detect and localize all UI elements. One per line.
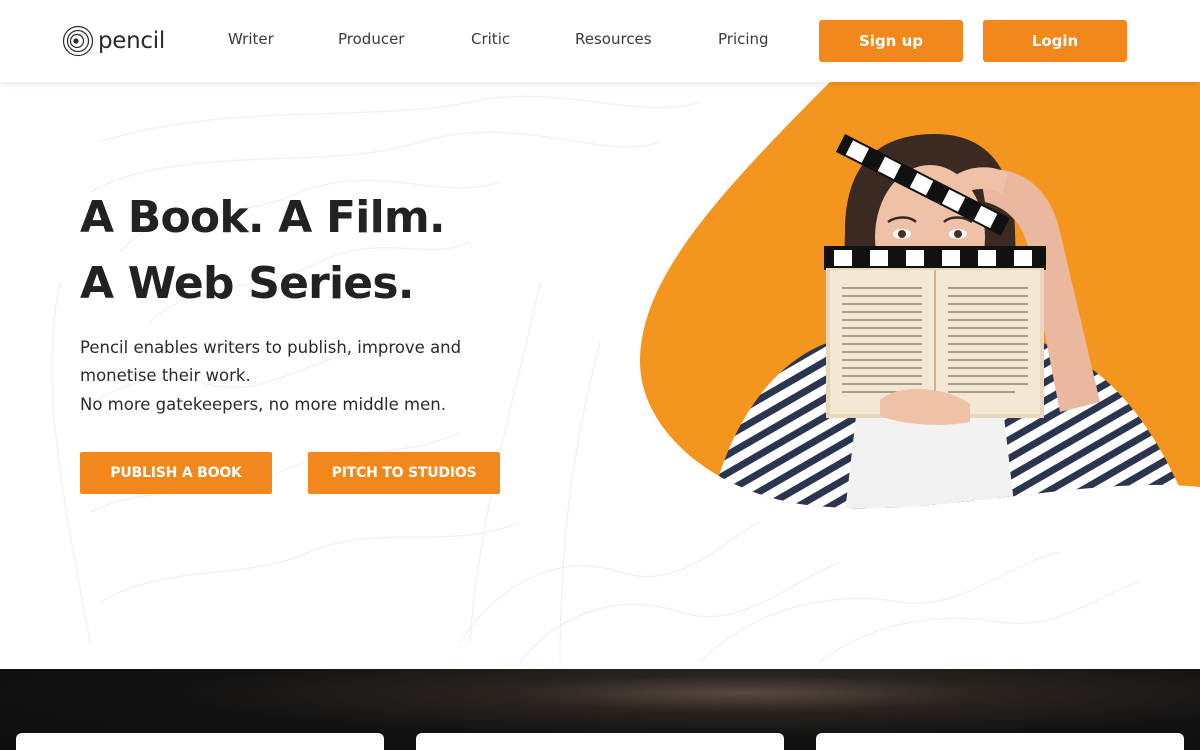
brand-name: pencil (98, 28, 165, 54)
hero-title-line1: A Book. A Film. (80, 192, 446, 243)
feature-card-3 (816, 733, 1184, 750)
feature-card-2 (416, 733, 784, 750)
top-navbar: pencil Writer Producer Critic Resources … (0, 0, 1200, 82)
nav-item-producer[interactable]: Producer (338, 30, 404, 48)
hero-description-line3: No more gatekeepers, no more middle men. (80, 395, 446, 414)
hero-description-line2: monetise their work. (80, 366, 251, 385)
feature-card-1 (16, 733, 384, 750)
hero-description-line1: Pencil enables writers to publish, impro… (80, 338, 462, 357)
open-book (826, 268, 1044, 425)
brand-logo[interactable]: pencil (62, 24, 165, 58)
publish-book-button[interactable]: PUBLISH A BOOK (80, 452, 272, 494)
nav-item-resources[interactable]: Resources (575, 30, 652, 48)
hero-title-line2: A Web Series. (80, 258, 414, 309)
login-button[interactable]: Login (983, 20, 1127, 62)
signup-button[interactable]: Sign up (819, 20, 963, 62)
hero-illustration (640, 82, 1200, 509)
pencil-logo-icon (62, 25, 94, 57)
pitch-studios-button[interactable]: PITCH TO STUDIOS (308, 452, 500, 494)
nav-item-writer[interactable]: Writer (228, 30, 274, 48)
nav-item-critic[interactable]: Critic (471, 30, 510, 48)
clapperboard-base (824, 246, 1046, 270)
nav-item-pricing[interactable]: Pricing (718, 30, 769, 48)
